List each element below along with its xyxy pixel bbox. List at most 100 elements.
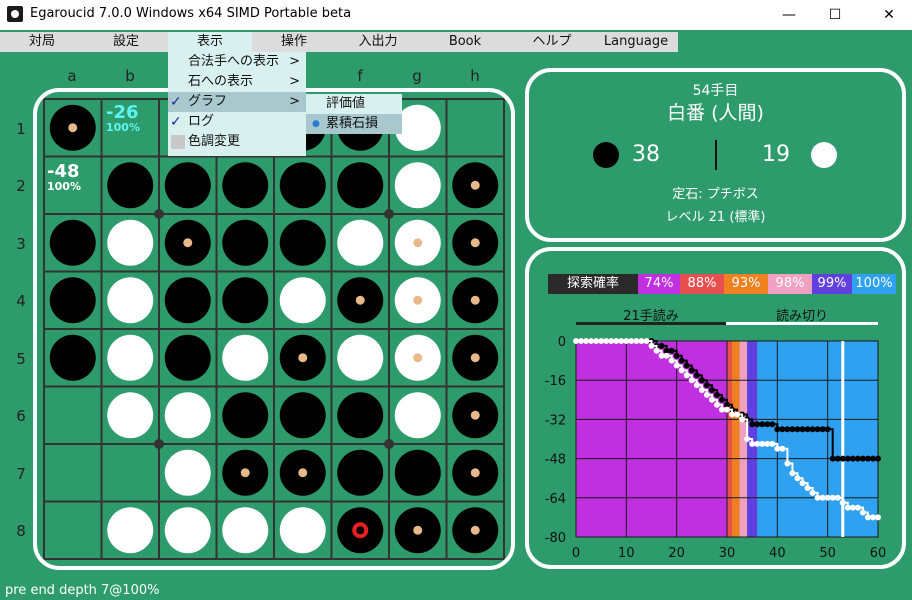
ai-level: レベル 21 (標準) bbox=[665, 210, 766, 225]
eval-percent: 100% bbox=[106, 121, 140, 134]
white-disc-e8 bbox=[279, 507, 326, 554]
status-text: pre end depth 7@100% bbox=[5, 583, 160, 598]
eval-label-a2: -48 100% bbox=[47, 161, 81, 193]
legend-93: 93% bbox=[724, 274, 768, 294]
white-disc-b6 bbox=[107, 392, 154, 439]
eval-score: -26 bbox=[106, 102, 139, 123]
othello-board[interactable] bbox=[43, 98, 505, 560]
disc-marker-a1 bbox=[68, 123, 78, 133]
view-menu-dropdown: 合法手への表示 > 石への表示 > ✓ グラフ > ✓ ログ 色調変更 bbox=[168, 52, 306, 156]
submenu-item-label: 評価値 bbox=[326, 96, 366, 111]
menu-log[interactable]: ✓ ログ bbox=[168, 112, 306, 132]
black-disc-a5 bbox=[49, 334, 96, 381]
white-disc-b5 bbox=[107, 334, 154, 381]
white-disc-g2 bbox=[394, 162, 441, 209]
disc-marker-c3 bbox=[183, 238, 193, 248]
black-count: 38 bbox=[632, 142, 660, 167]
black-disc-d3 bbox=[222, 219, 269, 266]
black-disc-g7 bbox=[394, 449, 441, 496]
cell-b7[interactable] bbox=[102, 444, 160, 502]
disc-marker-h2 bbox=[470, 180, 480, 190]
disc-marker-h4 bbox=[470, 295, 480, 305]
disc-marker-d7 bbox=[240, 468, 250, 478]
eval-percent: 100% bbox=[47, 180, 81, 193]
white-disc-c7 bbox=[164, 449, 211, 496]
menu-item-label: 色調変更 bbox=[188, 134, 241, 149]
white-disc-b3 bbox=[107, 219, 154, 266]
black-disc-icon bbox=[593, 142, 619, 168]
menu-item-label: 石への表示 bbox=[188, 74, 254, 89]
disc-marker-f4 bbox=[355, 295, 365, 305]
black-disc-c4 bbox=[164, 277, 211, 324]
disc-marker-g4 bbox=[413, 295, 423, 305]
submenu-cumulative-loss[interactable]: ● 累積石損 bbox=[306, 114, 402, 134]
black-disc-d4 bbox=[222, 277, 269, 324]
black-disc-e2 bbox=[279, 162, 326, 209]
graph-panel bbox=[525, 247, 906, 569]
white-disc-b4 bbox=[107, 277, 154, 324]
white-disc-c6 bbox=[164, 392, 211, 439]
white-disc-d8 bbox=[222, 507, 269, 554]
turn-label: 白番 (人間) bbox=[667, 102, 764, 124]
black-disc-a3 bbox=[49, 219, 96, 266]
white-disc-b8 bbox=[107, 507, 154, 554]
cell-a7[interactable] bbox=[44, 444, 102, 502]
legend-99: 99% bbox=[812, 274, 852, 294]
disc-marker-h7 bbox=[470, 468, 480, 478]
black-disc-f6 bbox=[337, 392, 384, 439]
disc-marker-h3 bbox=[470, 238, 480, 248]
move-number: 54手目 bbox=[692, 83, 739, 99]
menu-color-change[interactable]: 色調変更 bbox=[168, 132, 306, 152]
black-disc-a4 bbox=[49, 277, 96, 324]
black-disc-b2 bbox=[107, 162, 154, 209]
legend-88: 88% bbox=[680, 274, 724, 294]
radio-selected-icon: ● bbox=[312, 119, 320, 129]
menu-disc-display[interactable]: 石への表示 > bbox=[168, 72, 306, 92]
disc-marker-h8 bbox=[470, 525, 480, 535]
black-disc-c5 bbox=[164, 334, 211, 381]
menu-item-label: グラフ bbox=[188, 94, 228, 109]
black-disc-e3 bbox=[279, 219, 326, 266]
menu-item-label: 合法手への表示 bbox=[188, 54, 280, 69]
black-disc-f2 bbox=[337, 162, 384, 209]
white-disc-d5 bbox=[222, 334, 269, 381]
black-disc-e6 bbox=[279, 392, 326, 439]
white-disc-icon bbox=[811, 142, 837, 168]
cell-a8[interactable] bbox=[44, 502, 102, 560]
check-icon: ✓ bbox=[170, 114, 182, 130]
white-disc-g6 bbox=[394, 392, 441, 439]
menu-graph[interactable]: ✓ グラフ > bbox=[168, 92, 306, 112]
disabled-checkbox-icon bbox=[171, 135, 185, 149]
cell-a6[interactable] bbox=[44, 387, 102, 445]
submenu-arrow-icon: > bbox=[289, 94, 300, 109]
submenu-arrow-icon: > bbox=[289, 54, 300, 69]
legend-100: 100% bbox=[852, 274, 896, 294]
black-disc-d6 bbox=[222, 392, 269, 439]
eval-score: -48 bbox=[47, 161, 80, 182]
disc-marker-h5 bbox=[470, 353, 480, 363]
phase-bar-endgame bbox=[726, 322, 878, 325]
white-count: 19 bbox=[762, 142, 790, 167]
legend-title: 探索確率 bbox=[548, 274, 638, 294]
graph-submenu: 評価値 ● 累積石損 bbox=[306, 94, 402, 134]
legend-98: 98% bbox=[768, 274, 812, 294]
submenu-eval[interactable]: 評価値 bbox=[306, 94, 402, 114]
cell-h1[interactable] bbox=[447, 99, 505, 157]
white-disc-f5 bbox=[337, 334, 384, 381]
disc-marker-g3 bbox=[413, 238, 423, 248]
disc-marker-g5 bbox=[413, 353, 423, 363]
black-disc-d2 bbox=[222, 162, 269, 209]
disc-marker-e7 bbox=[298, 468, 308, 478]
opening-name: 定石: プチボス bbox=[672, 187, 759, 202]
disc-marker-g8 bbox=[413, 525, 423, 535]
submenu-item-label: 累積石損 bbox=[326, 116, 379, 131]
phase-bar-midgame bbox=[576, 322, 726, 325]
last-move-center bbox=[356, 526, 365, 535]
black-disc-c2 bbox=[164, 162, 211, 209]
submenu-arrow-icon: > bbox=[289, 74, 300, 89]
menu-legal-move-display[interactable]: 合法手への表示 > bbox=[168, 52, 306, 72]
disc-marker-e5 bbox=[298, 353, 308, 363]
disc-marker-h6 bbox=[470, 410, 480, 420]
score-divider bbox=[715, 140, 717, 170]
menu-item-label: ログ bbox=[188, 114, 215, 129]
